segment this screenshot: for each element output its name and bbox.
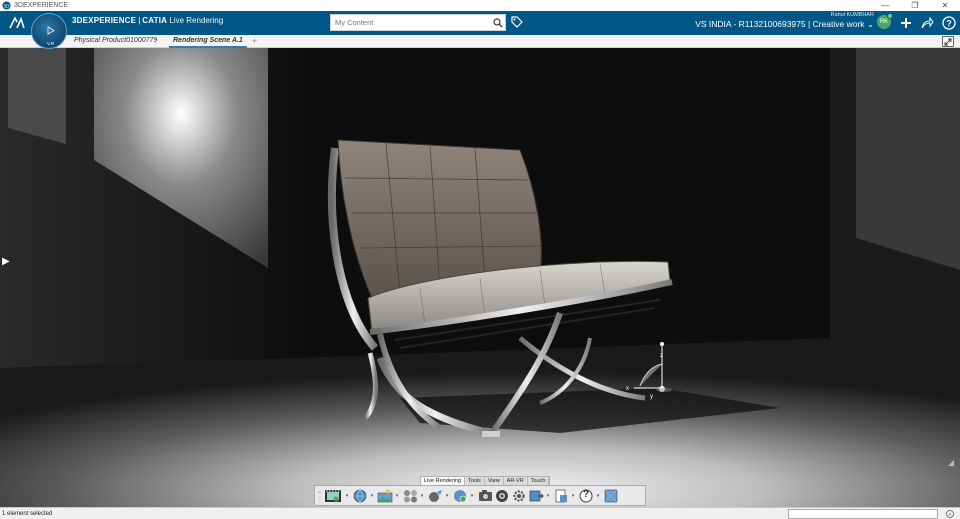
- app-logo-icon: 3D: [2, 1, 11, 10]
- chevron-down-icon[interactable]: ▾: [419, 493, 425, 499]
- tab-tools[interactable]: Tools: [465, 477, 485, 485]
- compass-widget[interactable]: V.R: [31, 13, 67, 49]
- app-header: 3DEXPERIENCE|CATIA Live Rendering Rahul …: [0, 11, 960, 35]
- lighting-sphere-icon[interactable]: [427, 488, 443, 504]
- document-tab-bar: Physical Product01000779 Rendering Scene…: [0, 35, 960, 48]
- globe-environment-icon[interactable]: [352, 488, 368, 504]
- restore-button[interactable]: ❐: [900, 0, 930, 11]
- cube-preview-icon[interactable]: [603, 488, 619, 504]
- chevron-down-icon[interactable]: ▾: [469, 493, 475, 499]
- axis-z-label: z: [660, 353, 663, 359]
- window-title: 3DEXPERIENCE: [14, 2, 69, 9]
- help-glyph: ?: [583, 488, 590, 500]
- help-icon[interactable]: ?: [578, 488, 594, 504]
- play-icon[interactable]: [47, 26, 55, 35]
- collab-space-label: VS INDIA - R1132100693975 | Creative wor…: [695, 19, 865, 29]
- chevron-down-icon[interactable]: ▾: [444, 493, 450, 499]
- add-tab-button[interactable]: +: [252, 35, 257, 47]
- compass-version: V.R: [47, 41, 55, 46]
- scene-picture-icon[interactable]: [377, 488, 393, 504]
- action-bar: ⌄ ⋮ ▾ ▾ ▾ ▾ ▾ ▾ ▾ ▾ ? ▾: [314, 485, 646, 506]
- aperture-icon[interactable]: [494, 488, 510, 504]
- status-text: 1 element selected: [2, 510, 53, 517]
- status-bar: 1 element selected: [0, 507, 960, 519]
- search-input[interactable]: [331, 18, 491, 27]
- tab-rendering-scene[interactable]: Rendering Scene A.1: [169, 35, 247, 48]
- chevron-down-icon[interactable]: ▾: [369, 493, 375, 499]
- search-icon[interactable]: [491, 16, 505, 30]
- brand-separator: |: [138, 16, 141, 25]
- render-scene: z x y: [0, 48, 960, 507]
- action-bar-tabs: Live Rendering Tools View AR-VR Touch: [420, 476, 551, 485]
- user-name: Rahul KUMBHAR: [830, 12, 874, 18]
- gear-settings-icon[interactable]: [511, 488, 527, 504]
- tab-view[interactable]: View: [485, 477, 504, 485]
- help-icon[interactable]: ?: [941, 15, 957, 31]
- close-button[interactable]: ✕: [930, 0, 960, 11]
- document-export-icon[interactable]: [553, 488, 569, 504]
- brand-app: Live Rendering: [169, 16, 224, 25]
- command-input[interactable]: [788, 509, 938, 519]
- chevron-down-icon[interactable]: ▾: [344, 493, 350, 499]
- render-globe-icon[interactable]: [452, 488, 468, 504]
- brand-3dexperience: 3DEXPERIENCE: [72, 16, 137, 25]
- search-box: [330, 14, 506, 31]
- chevron-down-icon[interactable]: ▾: [595, 493, 601, 499]
- tab-ar-vr[interactable]: AR-VR: [504, 477, 528, 485]
- 3d-viewport[interactable]: z x y ▶ ◢: [0, 48, 960, 507]
- minimize-button[interactable]: —: [870, 0, 900, 11]
- chevron-down-icon[interactable]: ▾: [570, 493, 576, 499]
- axis-x-label: x: [626, 386, 629, 392]
- chevron-down-icon[interactable]: ▾: [545, 493, 551, 499]
- brand-product: CATIA: [142, 16, 168, 25]
- tab-live-rendering[interactable]: Live Rendering: [421, 477, 465, 485]
- svg-text:?: ?: [946, 19, 952, 29]
- chevron-down-icon[interactable]: ▾: [394, 493, 400, 499]
- chevron-down-icon: ⌄: [866, 19, 874, 29]
- axis-y-label: y: [650, 394, 653, 400]
- tab-touch[interactable]: Touch: [528, 477, 550, 485]
- user-context: Rahul KUMBHAR VS INDIA - R1132100693975 …: [695, 12, 874, 30]
- export-image-icon[interactable]: [528, 488, 544, 504]
- tab-physical-product[interactable]: Physical Product01000779: [70, 35, 161, 48]
- collab-space-dropdown[interactable]: VS INDIA - R1132100693975 | Creative wor…: [695, 19, 874, 30]
- fullscreen-icon[interactable]: [942, 36, 954, 47]
- online-status-badge: [887, 13, 893, 19]
- share-icon[interactable]: [919, 15, 935, 31]
- film-strip-icon[interactable]: [323, 488, 343, 504]
- window-title-bar: 3D 3DEXPERIENCE — ❐ ✕: [0, 0, 960, 11]
- status-info-icon[interactable]: [944, 509, 956, 519]
- brand-title: 3DEXPERIENCE | CATIA Live Rendering: [72, 16, 223, 25]
- resize-grip-icon[interactable]: ◢: [948, 458, 958, 468]
- tag-icon[interactable]: [510, 15, 524, 29]
- camera-icon[interactable]: [477, 488, 493, 504]
- dassault-logo-icon[interactable]: [6, 13, 28, 33]
- svg-text:3D: 3D: [4, 3, 11, 8]
- add-icon[interactable]: [898, 15, 914, 31]
- expand-panel-arrow-icon[interactable]: ▶: [2, 256, 10, 267]
- spheres-material-icon[interactable]: [402, 488, 418, 504]
